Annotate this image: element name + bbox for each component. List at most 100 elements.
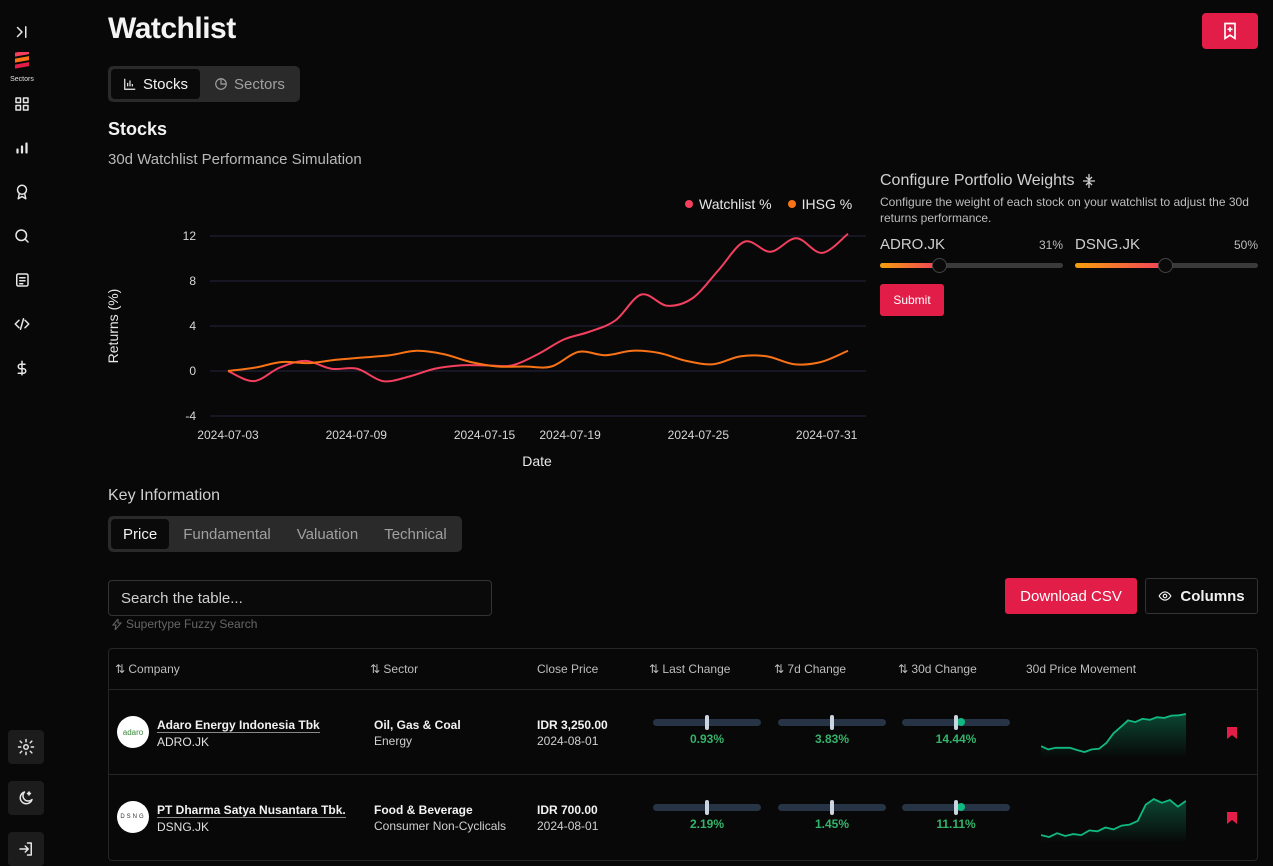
submit-button[interactable]: Submit: [880, 284, 944, 316]
add-bookmark-button[interactable]: [1202, 13, 1258, 49]
theme-icon[interactable]: [8, 781, 44, 815]
performance-chart: 12 8 4 0 -4 2024-07-03 2024-07-09 2024-07-15 202…: [0, 0, 900, 480]
price-date: 2024-08-01: [537, 734, 599, 748]
slider-track[interactable]: [880, 258, 1063, 273]
slider-track[interactable]: [1075, 258, 1258, 273]
chart-svg: 12 8 4 0 -42024-07-03 2024-07-09 2024-07-15 202…: [105, 229, 866, 469]
y-tick-label: 4: [189, 319, 196, 333]
bookmark-plus-icon: [1224, 22, 1236, 41]
sort-icon: ⇅: [774, 662, 788, 676]
weight-slider-dsng: DSNG.JK 50%: [1075, 236, 1258, 273]
bar-marker: [705, 800, 709, 815]
bookmark-icon[interactable]: [1227, 727, 1237, 739]
th-label: 7d Change: [787, 662, 847, 676]
x-axis-label: Date: [522, 453, 552, 469]
slider-fill: [1075, 263, 1167, 268]
slider-value: 50%: [1233, 238, 1258, 252]
x-tick-label: 2024-07-19: [539, 428, 601, 442]
th-label: Close Price: [537, 662, 599, 676]
change-bar: [653, 715, 761, 730]
th-label: Company: [128, 662, 180, 676]
table-row[interactable]: adaro Adaro Energy Indonesia Tbk ADRO.JK…: [109, 690, 1257, 775]
sparkline: [1041, 713, 1186, 758]
expand-icon[interactable]: [1082, 173, 1096, 189]
sort-icon: ⇅: [898, 662, 912, 676]
bar-dot: [957, 718, 965, 726]
company-ticker: DSNG.JK: [157, 820, 210, 834]
key-info-title: Key Information: [108, 487, 221, 504]
company-name[interactable]: PT Dharma Satya Nusantara Tbk.: [157, 803, 346, 818]
sort-icon: ⇅: [370, 662, 384, 676]
sparkline-area: [1041, 714, 1186, 758]
columns-label: Columns: [1180, 587, 1245, 605]
download-csv-button[interactable]: Download CSV: [1005, 578, 1137, 614]
x-tick-label: 2024-07-09: [326, 428, 388, 442]
sparkline-area: [1041, 799, 1186, 843]
x-tick-label: 2024-07-15: [454, 428, 516, 442]
bookmark-icon[interactable]: [1227, 812, 1237, 824]
y-tick-label: 0: [189, 364, 196, 378]
y-tick-label: 12: [183, 229, 197, 243]
y-tick-label: 8: [189, 274, 196, 288]
change-bar: [778, 715, 886, 730]
change-bar: [778, 800, 886, 815]
x-tick-label: 2024-07-25: [668, 428, 730, 442]
slider-value: 31%: [1038, 238, 1063, 252]
company-avatar: DSNG: [117, 801, 149, 833]
weight-slider-adro: ADRO.JK 31%: [880, 236, 1063, 273]
tab-fundamental[interactable]: Fundamental: [171, 519, 283, 549]
7d-change-value: 1.45%: [814, 817, 850, 831]
sort-icon: ⇅: [649, 662, 663, 676]
tab-price[interactable]: Price: [111, 519, 170, 549]
th-label: 30d Price Movement: [1026, 662, 1137, 676]
last-change-value: 0.93%: [689, 732, 725, 746]
watchlist-table: ⇅ Company ⇅ Sector Close Price ⇅ Last Ch…: [108, 648, 1258, 861]
close-price: IDR 700.00: [537, 803, 598, 817]
th-last-change[interactable]: ⇅ Last Change: [649, 662, 730, 676]
close-price: IDR 3,250.00: [537, 718, 608, 732]
slider-thumb[interactable]: [932, 258, 947, 273]
subsector-name: Energy: [374, 734, 413, 748]
y-axis-label: Returns (%): [105, 289, 121, 364]
company-avatar: adaro: [117, 716, 149, 748]
table-row[interactable]: DSNG PT Dharma Satya Nusantara Tbk. DSNG…: [109, 775, 1257, 860]
watchlist-series-line: [227, 232, 849, 383]
bar-marker: [705, 715, 709, 730]
th-company[interactable]: ⇅ Company: [115, 662, 180, 676]
th-sector[interactable]: ⇅ Sector: [370, 662, 418, 676]
bar-dot: [957, 803, 965, 811]
tab-technical[interactable]: Technical: [372, 519, 459, 549]
bar-marker: [954, 800, 958, 815]
x-tick-label: 2024-07-31: [796, 428, 858, 442]
tab-valuation[interactable]: Valuation: [285, 519, 370, 549]
sort-icon: ⇅: [115, 662, 129, 676]
eye-icon: [1158, 591, 1172, 601]
th-label: Sector: [383, 662, 419, 676]
company-ticker: ADRO.JK: [157, 735, 210, 749]
30d-change-value: 11.11%: [936, 817, 976, 831]
th-30d-change[interactable]: ⇅ 30d Change: [898, 662, 977, 676]
th-7d-change[interactable]: ⇅ 7d Change: [774, 662, 846, 676]
search-hint-text: Supertype Fuzzy Search: [126, 617, 258, 631]
lightning-icon: [112, 618, 122, 630]
th-label: 30d Change: [911, 662, 977, 676]
login-icon[interactable]: [8, 832, 44, 866]
7d-change-value: 3.83%: [814, 732, 850, 746]
search-input[interactable]: Search the table...: [108, 580, 492, 616]
portfolio-weights-panel: Configure Portfolio Weights Configure th…: [880, 172, 1260, 316]
bar-marker: [954, 715, 958, 730]
th-30d-price-movement: 30d Price Movement: [1026, 662, 1136, 676]
weights-title: Configure Portfolio Weights: [880, 172, 1075, 189]
slider-thumb[interactable]: [1158, 258, 1173, 273]
30d-change-value: 14.44%: [935, 732, 977, 746]
settings-icon[interactable]: [8, 730, 44, 764]
change-bar: [653, 800, 761, 815]
sector-name: Oil, Gas & Coal: [374, 718, 461, 732]
th-close-price[interactable]: Close Price: [537, 662, 598, 676]
key-info-tabs: Price Fundamental Valuation Technical: [108, 516, 462, 552]
columns-button[interactable]: Columns: [1145, 578, 1258, 614]
subsector-name: Consumer Non-Cyclicals: [374, 819, 507, 833]
company-name[interactable]: Adaro Energy Indonesia Tbk: [157, 718, 320, 733]
change-bar: [902, 715, 1010, 730]
th-label: Last Change: [662, 662, 731, 676]
